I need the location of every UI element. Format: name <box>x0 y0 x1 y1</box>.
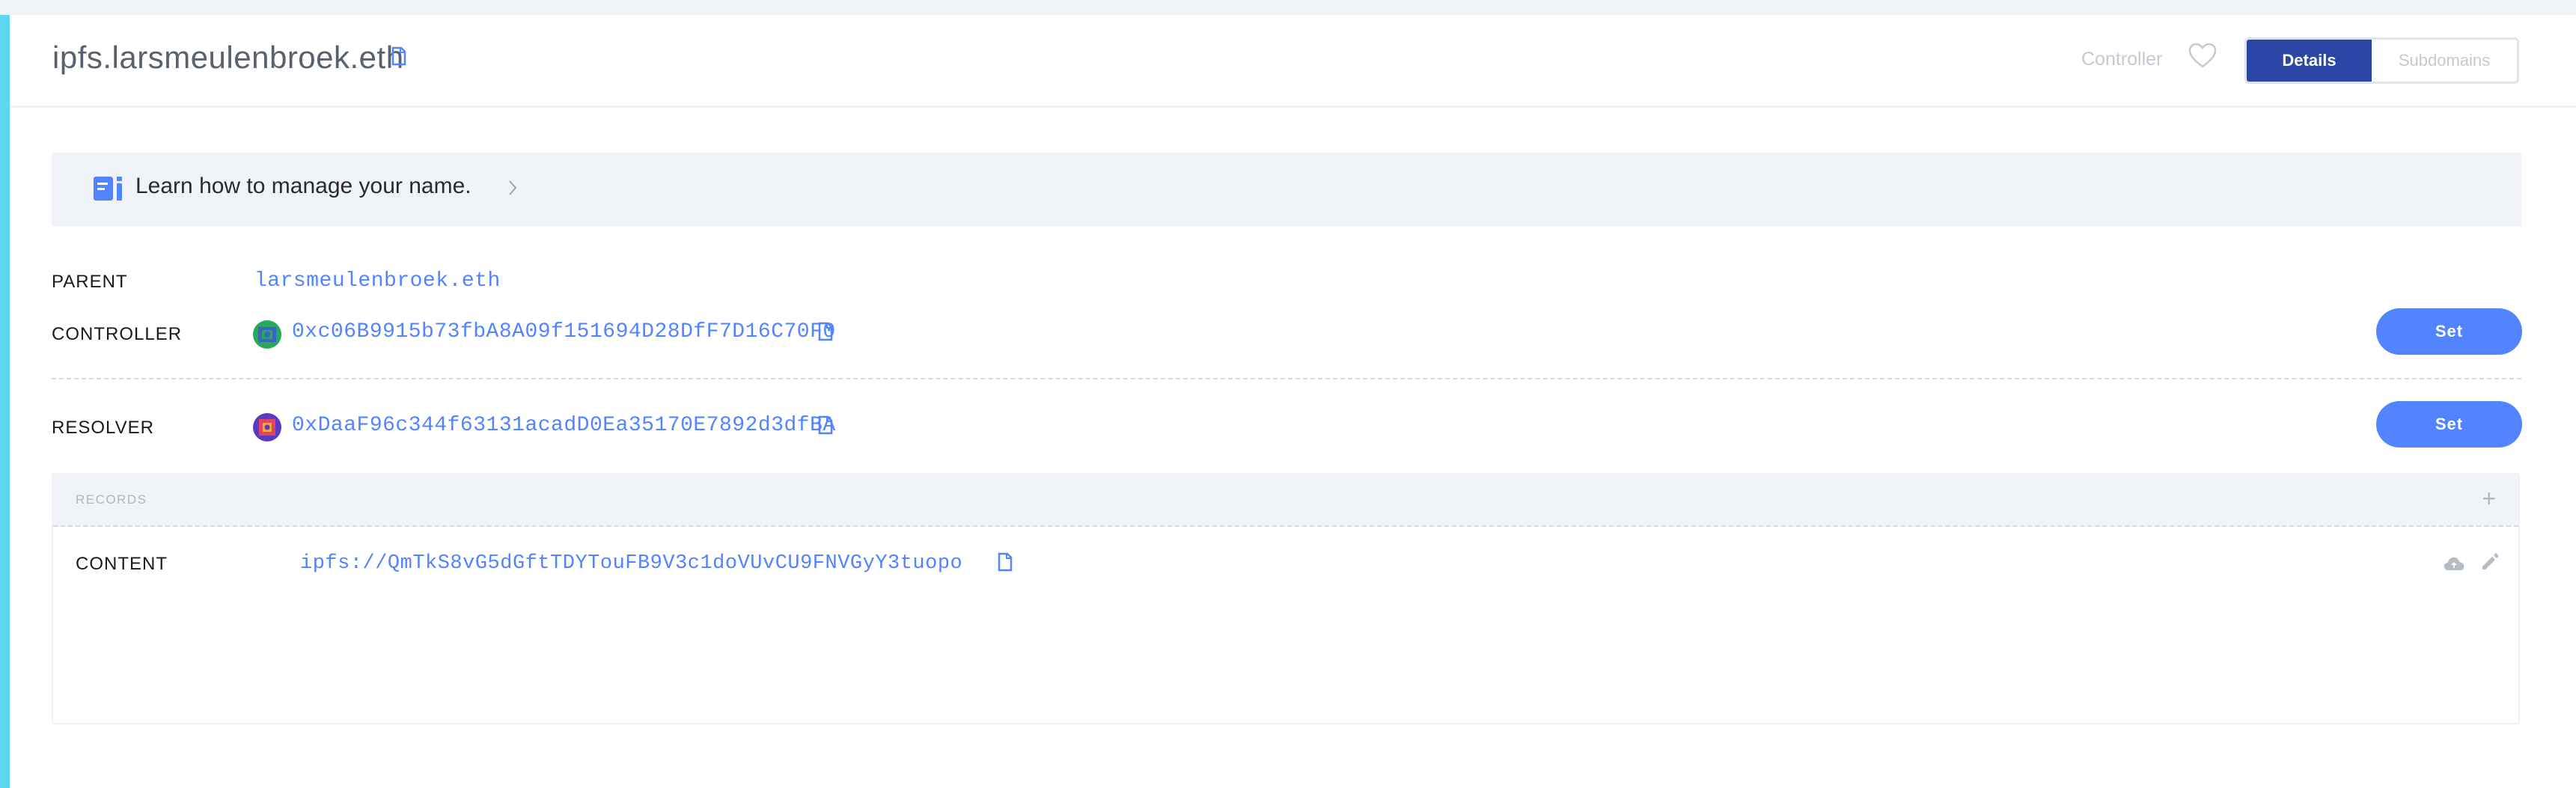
favorite-heart-icon[interactable] <box>2188 42 2218 73</box>
copy-icon[interactable] <box>998 552 1013 575</box>
resolver-avatar <box>253 413 281 442</box>
book-icon <box>94 175 125 206</box>
parent-label: PARENT <box>52 272 128 292</box>
learn-link-text[interactable]: Learn how to manage your name. <box>135 174 471 199</box>
domain-title: ipfs.larsmeulenbroek.eth <box>52 40 404 75</box>
controller-status-label: Controller <box>2081 49 2163 70</box>
copy-icon[interactable] <box>818 415 833 435</box>
controller-avatar <box>253 320 281 349</box>
edit-pencil-icon[interactable] <box>2480 552 2500 575</box>
name-details-card: ipfs.larsmeulenbroek.eth Controller Deta… <box>10 15 2576 788</box>
chevron-right-icon <box>508 180 517 200</box>
resolver-label: RESOLVER <box>52 418 154 438</box>
view-tabs: Details Subdomains <box>2244 37 2519 84</box>
add-record-button[interactable]: + <box>2482 485 2496 513</box>
parent-link[interactable]: larsmeulenbroek.eth <box>254 269 501 293</box>
controller-address[interactable]: 0xc06B9915b73fbA8A09f151694D28DfF7D16C70… <box>292 320 836 343</box>
records-title: RECORDS <box>76 492 147 507</box>
set-controller-button[interactable]: Set <box>2376 308 2522 355</box>
left-accent-bar <box>0 15 10 788</box>
records-header: RECORDS + <box>53 474 2518 527</box>
cloud-upload-icon[interactable] <box>2443 555 2465 575</box>
records-panel: RECORDS + CONTENT ipfs://QmTkS8vG5dGftTD… <box>52 473 2520 724</box>
resolver-address[interactable]: 0xDaaF96c344f63131acadD0Ea35170E7892d3df… <box>292 414 836 437</box>
tab-subdomains[interactable]: Subdomains <box>2372 40 2517 82</box>
learn-banner[interactable]: Learn how to manage your name. <box>52 153 2521 226</box>
copy-icon[interactable] <box>391 46 406 70</box>
tab-details[interactable]: Details <box>2247 40 2372 82</box>
set-resolver-button[interactable]: Set <box>2376 401 2522 448</box>
name-header: ipfs.larsmeulenbroek.eth Controller Deta… <box>10 15 2576 108</box>
section-divider <box>52 378 2521 379</box>
content-label: CONTENT <box>76 554 168 574</box>
content-hash-link[interactable]: ipfs://QmTkS8vG5dGftTDYTouFB9V3c1doVUvCU… <box>300 552 962 575</box>
controller-label: CONTROLLER <box>52 324 183 344</box>
copy-icon[interactable] <box>818 322 833 341</box>
